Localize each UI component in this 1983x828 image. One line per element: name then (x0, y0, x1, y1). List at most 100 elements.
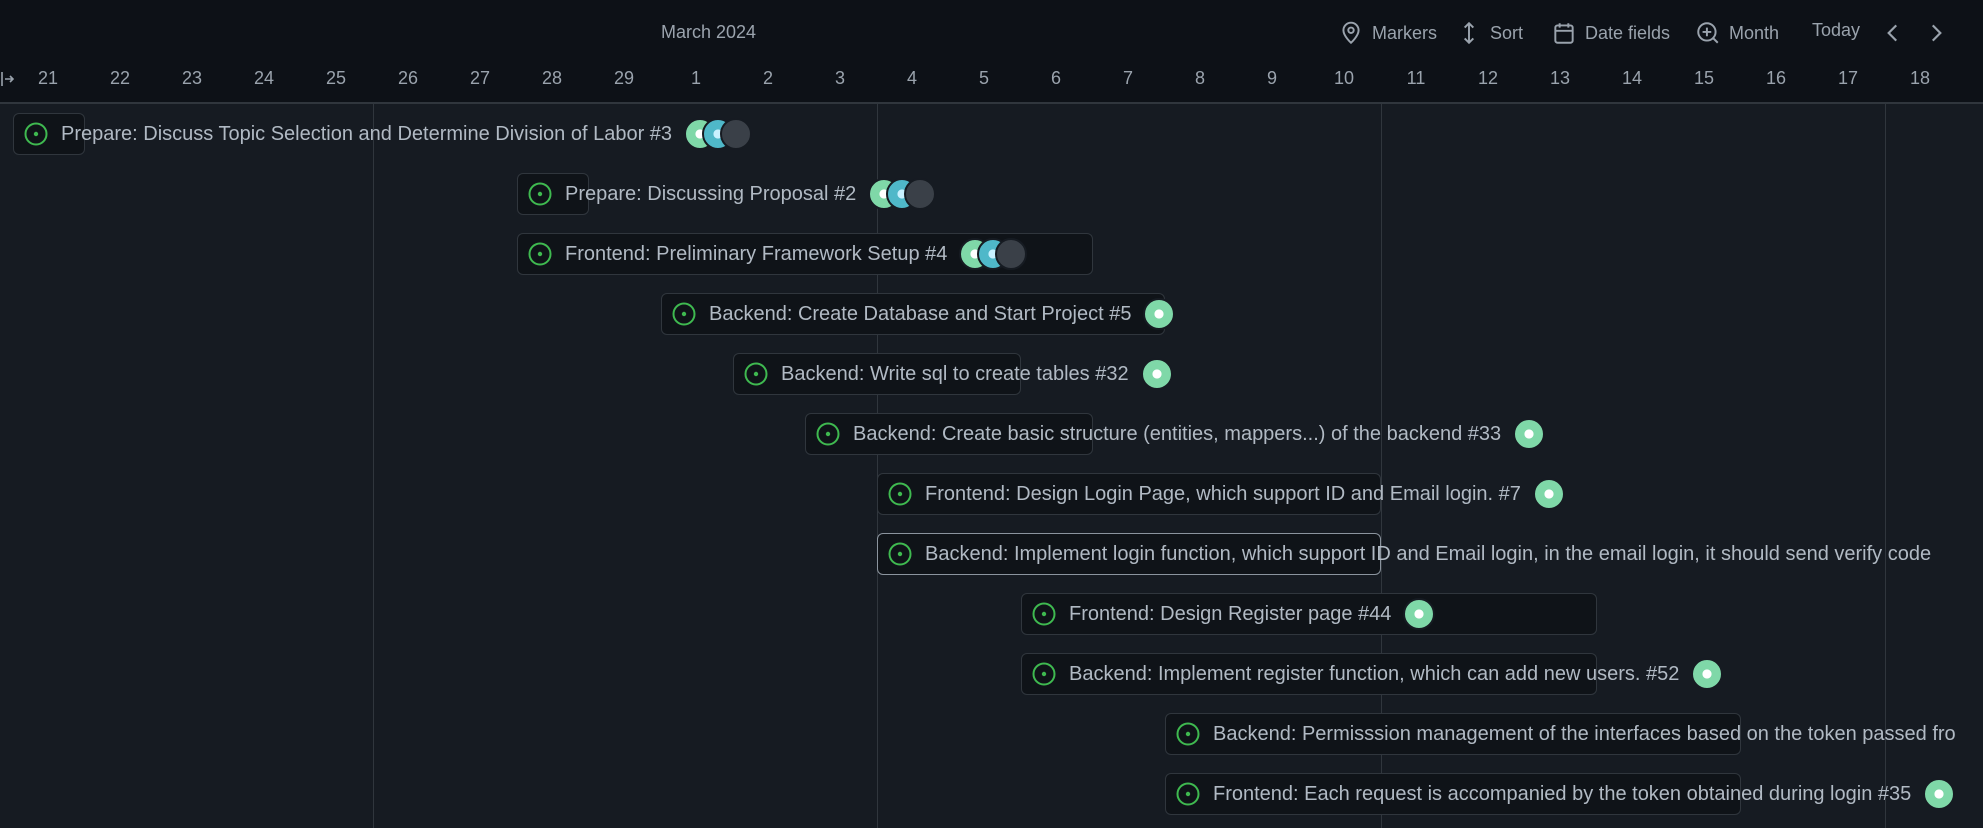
day-label: 25 (325, 68, 347, 88)
avatar[interactable] (904, 178, 937, 210)
issue-open-icon (1032, 602, 1056, 626)
expand-sidebar-icon[interactable] (0, 68, 14, 90)
day-label: 1 (690, 68, 701, 88)
issue-open-icon (888, 542, 912, 566)
avatar[interactable] (995, 238, 1028, 270)
task-title: Frontend: Each request is accompanied by… (1213, 782, 1912, 805)
day-label: 11 (1406, 68, 1426, 88)
assignee-avatars (1143, 298, 1176, 330)
task-row[interactable]: Frontend: Design Register page #44 (1021, 593, 1436, 635)
avatar[interactable] (1143, 298, 1176, 330)
avatar[interactable] (1923, 778, 1956, 810)
assignee-avatars (1140, 358, 1173, 390)
zoom-label: Month (1729, 22, 1780, 43)
day-label: 18 (1909, 68, 1931, 88)
day-label: 28 (541, 68, 563, 88)
task-title: Frontend: Preliminary Framework Setup #4 (565, 242, 948, 265)
calendar-icon (1554, 23, 1574, 44)
timeline-header: March 2024 Markers Sort Date fields Mont… (0, 0, 1983, 104)
day-label: 14 (1621, 68, 1643, 88)
task-row[interactable]: Backend: Create basic structure (entitie… (805, 413, 1546, 455)
day-label: 21 (37, 68, 59, 88)
sort-arrows-icon (1463, 21, 1475, 45)
task-row[interactable]: Backend: Write sql to create tables #32 (733, 353, 1173, 395)
task-title: Frontend: Design Login Page, which suppo… (925, 482, 1521, 505)
avatar[interactable] (1513, 418, 1546, 450)
task-title: Backend: Create Database and Start Proje… (709, 302, 1132, 325)
avatar[interactable] (1403, 598, 1436, 630)
location-pin-icon (1342, 21, 1360, 45)
date-fields-button[interactable]: Date fields (1551, 20, 1670, 46)
avatar[interactable] (1691, 658, 1724, 690)
day-label: 17 (1837, 68, 1859, 88)
markers-button[interactable]: Markers (1338, 20, 1437, 46)
day-label: 16 (1765, 68, 1787, 88)
today-label: Today (1812, 20, 1861, 40)
day-label: 5 (978, 68, 989, 88)
day-label: 6 (1050, 68, 1061, 88)
task-row[interactable]: Frontend: Preliminary Framework Setup #4 (517, 233, 1028, 275)
day-label: 29 (613, 68, 635, 88)
task-title: Frontend: Design Register page #44 (1069, 602, 1392, 625)
assignee-avatars (1532, 478, 1565, 510)
issue-open-icon (528, 182, 552, 206)
task-row[interactable]: Frontend: Design Login Page, which suppo… (877, 473, 1565, 515)
zoom-button[interactable]: Month (1695, 20, 1779, 46)
issue-open-icon (1032, 662, 1056, 686)
assignee-avatars (1403, 598, 1436, 630)
sort-label: Sort (1490, 22, 1524, 43)
issue-open-icon (816, 422, 840, 446)
task-row[interactable]: Backend: Permisssion management of the i… (1165, 713, 1956, 755)
sort-button[interactable]: Sort (1456, 20, 1523, 46)
day-label: 24 (253, 68, 275, 88)
zoom-in-icon (1697, 22, 1719, 44)
avatar[interactable] (1532, 478, 1565, 510)
markers-label: Markers (1372, 22, 1438, 43)
issue-open-icon (24, 122, 48, 146)
issue-open-icon (528, 242, 552, 266)
day-label: 23 (181, 68, 203, 88)
day-label: 7 (1122, 68, 1133, 88)
task-row[interactable]: Prepare: Discussing Proposal #2 (517, 173, 937, 215)
task-row[interactable]: Backend: Implement login function, which… (877, 533, 1931, 575)
task-title: Backend: Permisssion management of the i… (1213, 722, 1956, 745)
day-label: 9 (1266, 68, 1277, 88)
day-label: 27 (469, 68, 491, 88)
day-label: 22 (109, 68, 131, 88)
task-title: Backend: Implement login function, which… (925, 542, 1932, 565)
day-label: 12 (1477, 68, 1499, 88)
issue-open-icon (1176, 722, 1200, 746)
day-label: 4 (906, 68, 917, 88)
task-title: Backend: Write sql to create tables #32 (781, 362, 1129, 385)
month-label: March 2024 (661, 22, 757, 42)
task-row[interactable]: Backend: Create Database and Start Proje… (661, 293, 1176, 335)
task-title: Backend: Create basic structure (entitie… (853, 422, 1502, 445)
assignee-avatars (1923, 778, 1956, 810)
issue-open-icon (888, 482, 912, 506)
week-separator (373, 104, 374, 828)
assignee-avatars (868, 178, 937, 210)
day-label: 2 (762, 68, 773, 88)
day-label: 26 (397, 68, 419, 88)
issue-open-icon (744, 362, 768, 386)
assignee-avatars (684, 118, 753, 150)
chevron-left-icon[interactable] (1880, 20, 1906, 46)
today-button[interactable]: Today (1812, 20, 1860, 41)
assignee-avatars (1691, 658, 1724, 690)
day-label: 10 (1333, 68, 1355, 88)
issue-open-icon (672, 302, 696, 326)
task-row[interactable]: Frontend: Each request is accompanied by… (1165, 773, 1956, 815)
task-row[interactable]: Prepare: Discuss Topic Selection and Det… (13, 113, 753, 155)
chevron-right-icon[interactable] (1923, 20, 1949, 46)
day-label: 15 (1693, 68, 1715, 88)
day-label: 13 (1549, 68, 1571, 88)
date-fields-label: Date fields (1585, 22, 1671, 43)
avatar[interactable] (720, 118, 753, 150)
task-title: Prepare: Discuss Topic Selection and Det… (61, 122, 673, 145)
assignee-avatars (1513, 418, 1546, 450)
assignee-avatars (959, 238, 1028, 270)
issue-open-icon (1176, 782, 1200, 806)
avatar[interactable] (1140, 358, 1173, 390)
task-row[interactable]: Backend: Implement register function, wh… (1021, 653, 1724, 695)
task-title: Backend: Implement register function, wh… (1069, 662, 1680, 685)
